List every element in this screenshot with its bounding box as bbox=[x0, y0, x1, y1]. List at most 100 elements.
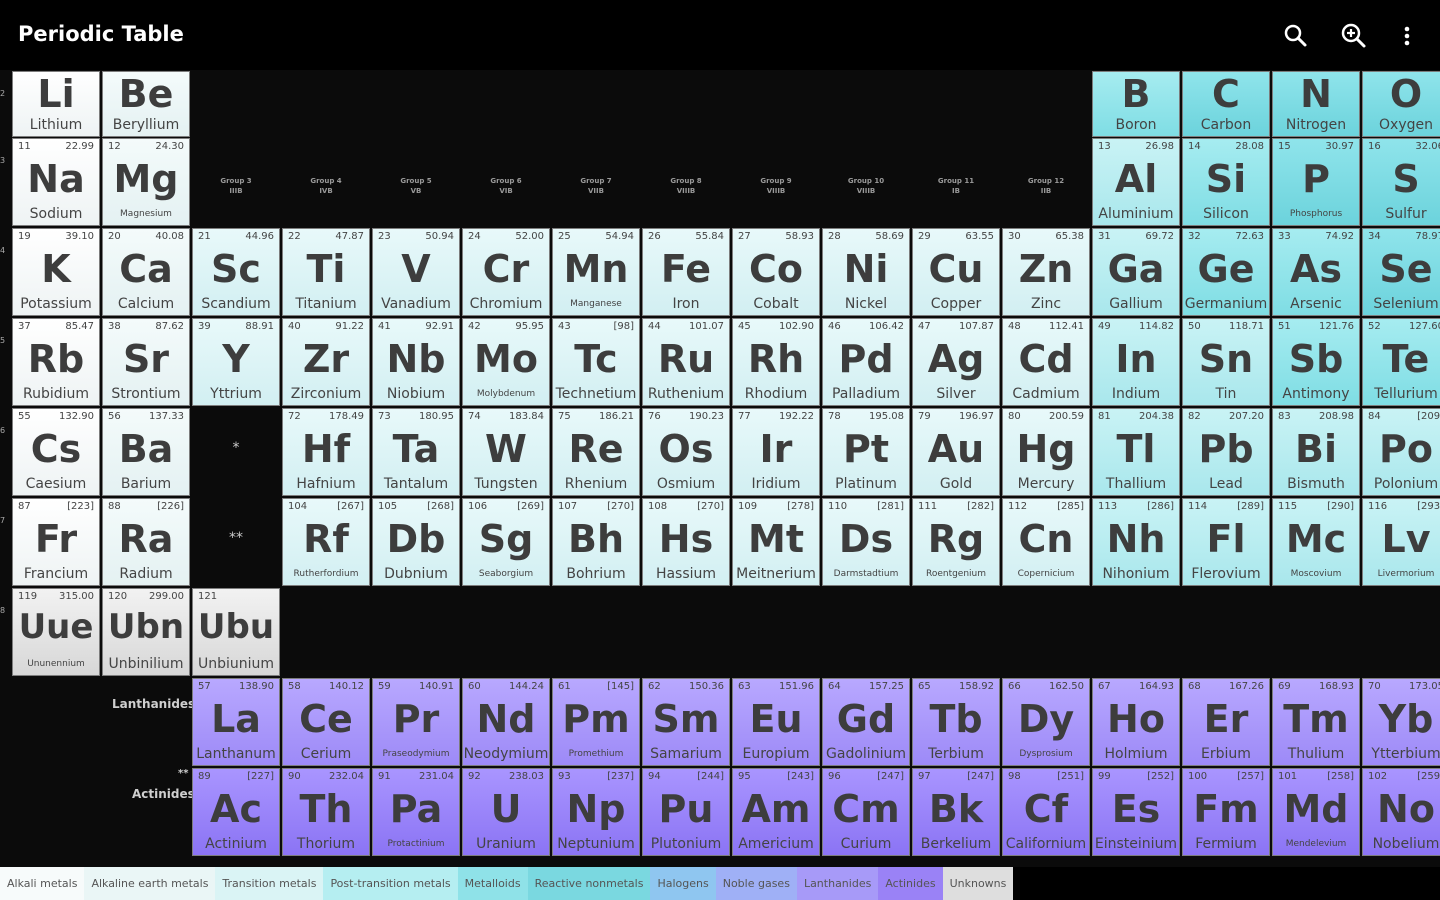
element-cell-ni[interactable]: 28 58.69 Ni Nickel bbox=[822, 228, 910, 316]
element-cell-nd[interactable]: 60 144.24 Nd Neodymium bbox=[462, 678, 550, 766]
element-cell-cf[interactable]: 98 [251] Cf Californium bbox=[1002, 768, 1090, 856]
element-cell-ubn[interactable]: 120 299.00 Ubn Unbinilium bbox=[102, 588, 190, 676]
element-cell-mn[interactable]: 25 54.94 Mn Manganese bbox=[552, 228, 640, 316]
element-cell-gd[interactable]: 64 157.25 Gd Gadolinium bbox=[822, 678, 910, 766]
element-cell-ir[interactable]: 77 192.22 Ir Iridium bbox=[732, 408, 820, 496]
element-cell-ga[interactable]: 31 69.72 Ga Gallium bbox=[1092, 228, 1180, 316]
element-cell-sb[interactable]: 51 121.76 Sb Antimony bbox=[1272, 318, 1360, 406]
legend-item-lanthanides[interactable]: Lanthanides bbox=[796, 867, 879, 900]
legend-item-alkaline-earth-metals[interactable]: Alkaline earth metals bbox=[84, 867, 216, 900]
element-cell-er[interactable]: 68 167.26 Er Erbium bbox=[1182, 678, 1270, 766]
element-cell-rh[interactable]: 45 102.90 Rh Rhodium bbox=[732, 318, 820, 406]
element-cell-mt[interactable]: 109 [278] Mt Meitnerium bbox=[732, 498, 820, 586]
element-cell-fm[interactable]: 100 [257] Fm Fermium bbox=[1182, 768, 1270, 856]
element-cell-sg[interactable]: 106 [269] Sg Seaborgium bbox=[462, 498, 550, 586]
element-cell-p[interactable]: 15 30.97 P Phosphorus bbox=[1272, 138, 1360, 226]
element-cell-tb[interactable]: 65 158.92 Tb Terbium bbox=[912, 678, 1000, 766]
element-cell-mc[interactable]: 115 [290] Mc Moscovium bbox=[1272, 498, 1360, 586]
element-cell-be[interactable]: Be Beryllium bbox=[102, 71, 190, 137]
legend-item-unknowns[interactable]: Unknowns bbox=[942, 867, 1014, 900]
more-vertical-icon[interactable] bbox=[1392, 20, 1424, 52]
element-cell-as[interactable]: 33 74.92 As Arsenic bbox=[1272, 228, 1360, 316]
element-cell-hg[interactable]: 80 200.59 Hg Mercury bbox=[1002, 408, 1090, 496]
element-cell-ce[interactable]: 58 140.12 Ce Cerium bbox=[282, 678, 370, 766]
element-cell-db[interactable]: 105 [268] Db Dubnium bbox=[372, 498, 460, 586]
legend-item-transition-metals[interactable]: Transition metals bbox=[215, 867, 324, 900]
element-cell-u[interactable]: 92 238.03 U Uranium bbox=[462, 768, 550, 856]
element-cell-sn[interactable]: 50 118.71 Sn Tin bbox=[1182, 318, 1270, 406]
element-cell-tc[interactable]: 43 [98] Tc Technetium bbox=[552, 318, 640, 406]
element-cell-lv[interactable]: 116 [293] Lv Livermorium bbox=[1362, 498, 1440, 586]
element-cell-ra[interactable]: 88 [226] Ra Radium bbox=[102, 498, 190, 586]
element-cell-ti[interactable]: 22 47.87 Ti Titanium bbox=[282, 228, 370, 316]
legend-item-noble-gases[interactable]: Noble gases bbox=[715, 867, 797, 900]
element-cell-zn[interactable]: 30 65.38 Zn Zinc bbox=[1002, 228, 1090, 316]
element-cell-la[interactable]: 57 138.90 La Lanthanum bbox=[192, 678, 280, 766]
element-cell-ds[interactable]: 110 [281] Ds Darmstadtium bbox=[822, 498, 910, 586]
element-cell-w[interactable]: 74 183.84 W Tungsten bbox=[462, 408, 550, 496]
element-cell-cm[interactable]: 96 [247] Cm Curium bbox=[822, 768, 910, 856]
legend-item-post-transition-metals[interactable]: Post-transition metals bbox=[323, 867, 458, 900]
element-cell-re[interactable]: 75 186.21 Re Rhenium bbox=[552, 408, 640, 496]
element-cell-ta[interactable]: 73 180.95 Ta Tantalum bbox=[372, 408, 460, 496]
element-cell-uue[interactable]: 119 315.00 Uue Ununennium bbox=[12, 588, 100, 676]
element-cell-na[interactable]: 11 22.99 Na Sodium bbox=[12, 138, 100, 226]
element-cell-rg[interactable]: 111 [282] Rg Roentgenium bbox=[912, 498, 1000, 586]
element-cell-yb[interactable]: 70 173.05 Yb Ytterbium bbox=[1362, 678, 1440, 766]
element-cell-pa[interactable]: 91 231.04 Pa Protactinium bbox=[372, 768, 460, 856]
element-cell-hf[interactable]: 72 178.49 Hf Hafnium bbox=[282, 408, 370, 496]
element-cell-no[interactable]: 102 [259] No Nobelium bbox=[1362, 768, 1440, 856]
element-cell-si[interactable]: 14 28.08 Si Silicon bbox=[1182, 138, 1270, 226]
element-cell-ru[interactable]: 44 101.07 Ru Ruthenium bbox=[642, 318, 730, 406]
element-cell-po[interactable]: 84 [209] Po Polonium bbox=[1362, 408, 1440, 496]
element-cell-n[interactable]: N Nitrogen bbox=[1272, 71, 1360, 137]
element-cell-dy[interactable]: 66 162.50 Dy Dysprosium bbox=[1002, 678, 1090, 766]
element-cell-am[interactable]: 95 [243] Am Americium bbox=[732, 768, 820, 856]
element-cell-pd[interactable]: 46 106.42 Pd Palladium bbox=[822, 318, 910, 406]
element-cell-os[interactable]: 76 190.23 Os Osmium bbox=[642, 408, 730, 496]
element-cell-es[interactable]: 99 [252] Es Einsteinium bbox=[1092, 768, 1180, 856]
element-cell-bi[interactable]: 83 208.98 Bi Bismuth bbox=[1272, 408, 1360, 496]
element-cell-np[interactable]: 93 [237] Np Neptunium bbox=[552, 768, 640, 856]
element-cell-fe[interactable]: 26 55.84 Fe Iron bbox=[642, 228, 730, 316]
element-cell-cn[interactable]: 112 [285] Cn Copernicium bbox=[1002, 498, 1090, 586]
element-cell-v[interactable]: 23 50.94 V Vanadium bbox=[372, 228, 460, 316]
element-cell-ubu[interactable]: 121 Ubu Unbiunium bbox=[192, 588, 280, 676]
legend-item-alkali-metals[interactable]: Alkali metals bbox=[0, 867, 85, 900]
element-cell-co[interactable]: 27 58.93 Co Cobalt bbox=[732, 228, 820, 316]
element-cell-al[interactable]: 13 26.98 Al Aluminium bbox=[1092, 138, 1180, 226]
element-cell-nh[interactable]: 113 [286] Nh Nihonium bbox=[1092, 498, 1180, 586]
element-cell-bk[interactable]: 97 [247] Bk Berkelium bbox=[912, 768, 1000, 856]
element-cell-pb[interactable]: 82 207.20 Pb Lead bbox=[1182, 408, 1270, 496]
element-cell-th[interactable]: 90 232.04 Th Thorium bbox=[282, 768, 370, 856]
element-cell-li[interactable]: Li Lithium bbox=[12, 71, 100, 137]
element-cell-cs[interactable]: 55 132.90 Cs Caesium bbox=[12, 408, 100, 496]
element-cell-ca[interactable]: 20 40.08 Ca Calcium bbox=[102, 228, 190, 316]
element-cell-bh[interactable]: 107 [270] Bh Bohrium bbox=[552, 498, 640, 586]
element-cell-fr[interactable]: 87 [223] Fr Francium bbox=[12, 498, 100, 586]
element-cell-pr[interactable]: 59 140.91 Pr Praseodymium bbox=[372, 678, 460, 766]
element-cell-k[interactable]: 19 39.10 K Potassium bbox=[12, 228, 100, 316]
legend-item-reactive-nonmetals[interactable]: Reactive nonmetals bbox=[527, 867, 651, 900]
element-cell-tl[interactable]: 81 204.38 Tl Thallium bbox=[1092, 408, 1180, 496]
legend-item-metalloids[interactable]: Metalloids bbox=[457, 867, 528, 900]
element-cell-b[interactable]: B Boron bbox=[1092, 71, 1180, 137]
element-cell-cr[interactable]: 24 52.00 Cr Chromium bbox=[462, 228, 550, 316]
element-cell-ho[interactable]: 67 164.93 Ho Holmium bbox=[1092, 678, 1180, 766]
element-cell-se[interactable]: 34 78.97 Se Selenium bbox=[1362, 228, 1440, 316]
element-cell-ac[interactable]: 89 [227] Ac Actinium bbox=[192, 768, 280, 856]
legend-item-halogens[interactable]: Halogens bbox=[650, 867, 716, 900]
element-cell-zr[interactable]: 40 91.22 Zr Zirconium bbox=[282, 318, 370, 406]
element-cell-y[interactable]: 39 88.91 Y Yttrium bbox=[192, 318, 280, 406]
element-cell-o[interactable]: O Oxygen bbox=[1362, 71, 1440, 137]
element-cell-pt[interactable]: 78 195.08 Pt Platinum bbox=[822, 408, 910, 496]
legend-item-actinides[interactable]: Actinides bbox=[878, 867, 943, 900]
element-cell-eu[interactable]: 63 151.96 Eu Europium bbox=[732, 678, 820, 766]
element-cell-pu[interactable]: 94 [244] Pu Plutonium bbox=[642, 768, 730, 856]
element-cell-sc[interactable]: 21 44.96 Sc Scandium bbox=[192, 228, 280, 316]
element-cell-cd[interactable]: 48 112.41 Cd Cadmium bbox=[1002, 318, 1090, 406]
element-cell-pm[interactable]: 61 [145] Pm Promethium bbox=[552, 678, 640, 766]
element-cell-s[interactable]: 16 32.06 S Sulfur bbox=[1362, 138, 1440, 226]
element-cell-ba[interactable]: 56 137.33 Ba Barium bbox=[102, 408, 190, 496]
element-cell-fl[interactable]: 114 [289] Fl Flerovium bbox=[1182, 498, 1270, 586]
